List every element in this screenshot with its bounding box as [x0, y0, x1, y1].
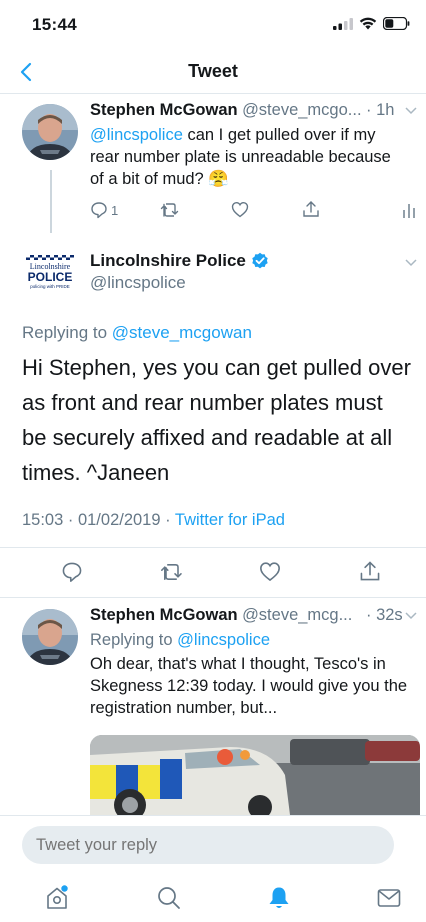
tweet3-author-handle[interactable]: @steve_mcg...	[242, 606, 352, 624]
bell-icon	[269, 887, 289, 908]
main-reply-button[interactable]	[61, 561, 83, 583]
verified-badge-icon	[252, 252, 268, 269]
reply-icon	[91, 202, 107, 219]
tweet1-text-line2: rear number plate is unreadable because	[90, 148, 391, 166]
divider	[0, 547, 426, 548]
avatar-stephen[interactable]	[22, 609, 78, 665]
search-icon	[158, 887, 180, 909]
heart-icon	[231, 201, 249, 218]
tweet1-author-handle[interactable]: @steve_mcgo...	[242, 101, 361, 119]
tweet3-header: Stephen McGowan @steve_mcg...	[90, 606, 410, 625]
tweet3-more-chevron-icon[interactable]	[404, 611, 418, 621]
tweet3-author-name[interactable]: Stephen McGowan	[90, 606, 238, 624]
tweet3-text: Oh dear, that's what I thought, Tesco's …	[90, 655, 408, 717]
home-icon	[47, 885, 68, 909]
share-icon	[360, 561, 380, 581]
main-share-button[interactable]	[359, 560, 381, 582]
tweet1-reply-count: 1	[111, 202, 119, 218]
tab-search[interactable]	[156, 885, 182, 911]
thread-line	[50, 170, 52, 233]
avatar-photo	[22, 609, 78, 665]
tab-notifications[interactable]	[266, 885, 292, 911]
main-tweet-text: Hi Stephen, yes you can get pulled over …	[22, 355, 411, 485]
tweet1-text-line1: can I get pulled over if my	[182, 126, 376, 144]
tweet1-mention-link[interactable]: @lincspolice	[90, 126, 183, 144]
tab-messages[interactable]	[376, 885, 402, 911]
main-author-name[interactable]: Lincolnshire Police	[90, 251, 246, 271]
tweet1-author-name[interactable]: Stephen McGowan	[90, 101, 238, 119]
status-icons	[333, 17, 410, 30]
tweet1-text-line3: of a bit of mud?	[90, 170, 204, 188]
main-more-chevron-icon[interactable]	[404, 258, 418, 268]
retweet-icon	[160, 203, 179, 217]
main-timestamp: 15:03 · 01/02/2019 ·	[22, 511, 171, 529]
tweet1-text: @lincspolice can I get pulled over if my…	[90, 124, 410, 190]
main-like-button[interactable]	[259, 561, 281, 582]
avatar-stephen[interactable]	[22, 104, 78, 160]
main-author-name-row: Lincolnshire Police	[90, 251, 269, 271]
tweet1-more-chevron-icon[interactable]	[404, 106, 418, 116]
avatar-lincolnshire-police[interactable]: Lincolnshire POLICE policing with PRIDE	[22, 255, 78, 297]
reply-input[interactable]	[22, 826, 394, 864]
tweet3-replying-label: Replying to	[90, 631, 173, 649]
tweet1-emoji: 😤	[208, 170, 229, 188]
tweet3-replying-handle[interactable]: @lincspolice	[177, 631, 270, 649]
heart-icon	[260, 562, 280, 582]
tweet3-photo[interactable]	[90, 735, 420, 815]
mail-icon	[377, 889, 401, 907]
status-bar: 15:44	[0, 0, 426, 50]
tweet1-like-button[interactable]	[231, 201, 249, 218]
retweet-icon	[161, 564, 182, 580]
tweet1-retweet-button[interactable]	[160, 201, 180, 219]
logo-text-2: POLICE	[27, 270, 73, 284]
tweet1-time: · 1h	[366, 101, 395, 119]
nav-bar: Tweet	[0, 50, 426, 94]
main-replying-handle[interactable]: @steve_mcgowan	[112, 323, 252, 342]
avatar-photo	[22, 104, 78, 160]
share-icon	[303, 201, 319, 217]
battery-icon	[383, 17, 410, 30]
page-title: Tweet	[188, 61, 238, 81]
divider	[0, 597, 426, 598]
main-tweet-meta: 15:03 · 01/02/2019 · Twitter for iPad	[22, 511, 285, 530]
main-replying-to: Replying to @steve_mcgowan	[22, 323, 252, 343]
police-checker-logo	[26, 255, 74, 260]
tweet1-reply-button[interactable]: 1	[90, 201, 118, 219]
main-retweet-button[interactable]	[160, 561, 184, 583]
tweet1-header: Stephen McGowan @steve_mcgo...	[90, 101, 390, 120]
tweet1-analytics-button[interactable]	[402, 202, 416, 218]
tab-home[interactable]	[44, 885, 70, 911]
logo-text-3: policing with PRIDE	[30, 284, 70, 289]
tweet1-share-button[interactable]	[302, 200, 320, 218]
cellular-signal-icon	[333, 17, 353, 30]
tweet3-replying-to: Replying to @lincspolice	[90, 631, 270, 650]
reply-icon	[62, 562, 82, 582]
main-source-link[interactable]: Twitter for iPad	[175, 511, 285, 529]
analytics-icon	[403, 204, 415, 218]
main-replying-label: Replying to	[22, 323, 108, 342]
status-time: 15:44	[32, 15, 77, 34]
notification-dot	[61, 885, 68, 892]
wifi-icon	[359, 17, 377, 30]
tweet3-time: · 32s	[366, 606, 403, 624]
police-car-photo	[90, 735, 420, 815]
composer-bar	[0, 815, 426, 922]
main-author-handle[interactable]: @lincspolice	[90, 273, 186, 293]
